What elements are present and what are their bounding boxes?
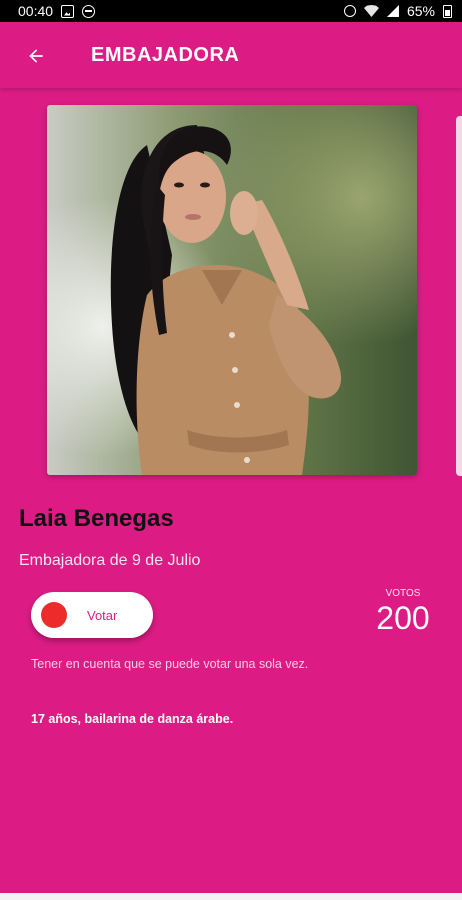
ambassador-photo — [47, 105, 417, 475]
votes-count: 200 — [376, 600, 430, 636]
bottom-strip — [0, 893, 462, 900]
battery-icon — [443, 4, 452, 18]
do-not-disturb-icon — [82, 4, 96, 18]
alarm-icon — [343, 5, 356, 17]
vote-note: Tener en cuenta que se puede votar una s… — [31, 657, 309, 671]
image-icon — [61, 4, 75, 18]
ambassador-name: Laia Benegas — [19, 505, 174, 532]
app-bar: EMBAJADORA — [0, 22, 462, 88]
signal-icon — [386, 5, 399, 17]
ambassador-subtitle: Embajadora de 9 de Julio — [19, 552, 201, 569]
vote-button-label: Votar — [87, 607, 118, 623]
vote-button[interactable]: Votar — [31, 592, 153, 638]
back-button[interactable] — [22, 42, 50, 70]
portrait-image — [47, 105, 417, 475]
votes-label: VOTOS — [385, 588, 421, 599]
battery-percent: 65% — [406, 3, 435, 19]
next-card-edge — [456, 116, 462, 476]
status-left: 00:40 — [18, 3, 96, 19]
wifi-icon — [363, 5, 379, 17]
status-bar: 00:40 65% — [0, 0, 462, 22]
arrow-left-icon — [29, 49, 43, 63]
vote-dot-icon — [41, 602, 67, 628]
page-title: EMBAJADORA — [91, 44, 240, 66]
status-time: 00:40 — [18, 3, 54, 19]
status-right: 65% — [343, 3, 452, 19]
ambassador-bio: 17 años, bailarina de danza árabe. — [31, 712, 234, 726]
